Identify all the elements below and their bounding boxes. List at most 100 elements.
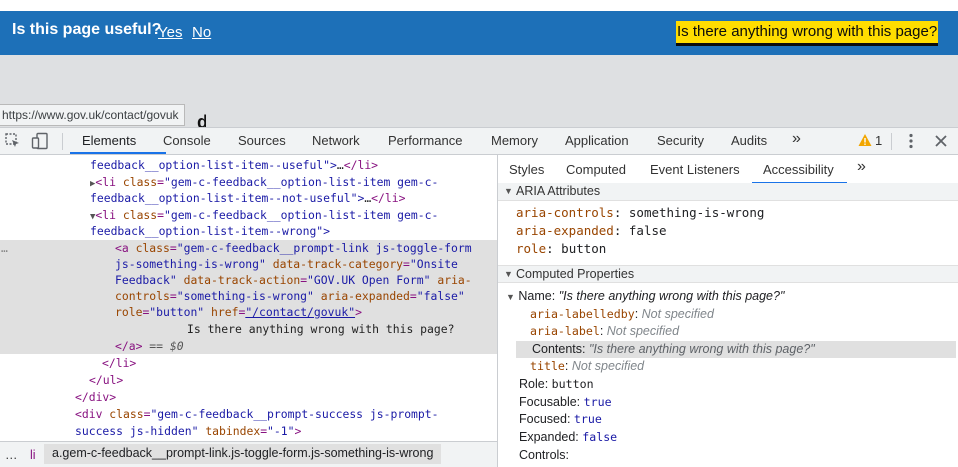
attr-value: "GOV.UK Open Form"	[307, 273, 431, 287]
aria-attributes-header[interactable]: ▼ ARIA Attributes	[498, 183, 958, 201]
prop-value: "Is there anything wrong with this page?…	[558, 289, 785, 303]
title-row: title: Not specified	[530, 359, 645, 373]
dollar-zero-ref: $0	[169, 339, 184, 353]
prop-name: role	[516, 241, 547, 256]
prop-value: "Is there anything wrong with this page?…	[589, 342, 815, 356]
tree-line-selected[interactable]: <a class="gem-c-feedback__prompt-link js…	[0, 240, 497, 257]
prop-name: Role:	[519, 377, 549, 391]
attr-name: controls	[115, 289, 170, 303]
something-wrong-link[interactable]: Is there anything wrong with this page?	[676, 21, 939, 46]
section-title: Computed Properties	[516, 267, 635, 281]
aria-controls-row: aria-controls: something-is-wrong	[516, 205, 765, 220]
computed-properties-header[interactable]: ▼ Computed Properties	[498, 265, 958, 283]
accessibility-sidebar: Styles Computed Event Listeners Accessib…	[498, 155, 958, 467]
prop-value: false	[582, 430, 618, 444]
attr-name: tabindex	[205, 424, 261, 438]
controls-row: Controls:	[519, 448, 569, 462]
name-row: ▼ Name: "Is there anything wrong with th…	[506, 289, 784, 303]
expanded-row: Expanded: false	[519, 430, 617, 444]
prop-name: Name:	[518, 289, 556, 303]
tag-close: >	[294, 424, 302, 438]
closing-tag: </ul>	[89, 373, 124, 387]
tree-line-selected[interactable]: js-something-is-wrong" data-track-catego…	[0, 256, 497, 273]
elements-tree: feedback__option-list-item--useful">…</l…	[0, 155, 497, 441]
toolbar-separator	[891, 133, 892, 150]
prop-value: Not specified	[641, 307, 714, 321]
tree-line[interactable]: </div>	[0, 389, 497, 406]
closing-tag: </a>	[115, 339, 143, 353]
tab-accessibility[interactable]: Accessibility	[763, 162, 834, 177]
tab-security[interactable]: Security	[657, 133, 704, 148]
device-toolbar-icon[interactable]	[31, 132, 49, 150]
attr-name: href	[211, 305, 239, 319]
tab-memory[interactable]: Memory	[491, 133, 538, 148]
tree-line-selected[interactable]: Is there anything wrong with this page?	[0, 321, 497, 338]
prop-name: aria-labelledby	[530, 307, 635, 321]
page-partial-glyph: d	[197, 112, 206, 127]
inspect-element-icon[interactable]	[4, 132, 22, 150]
tab-console[interactable]: Console	[163, 133, 211, 148]
text-node: Is there anything wrong with this page?	[187, 322, 455, 336]
prop-name: title	[530, 359, 565, 373]
breadcrumb-ellipsis[interactable]: …	[5, 448, 18, 462]
prop-value: true	[583, 395, 612, 409]
tree-line-selected[interactable]: Feedback" data-track-action="GOV.UK Open…	[0, 272, 497, 289]
feedback-no-link[interactable]: No	[192, 24, 211, 41]
tag-name: <a	[115, 241, 129, 255]
collapse-arrow-icon: ▼	[504, 186, 513, 196]
tree-line[interactable]: ▶<li class="gem-c-feedback__option-list-…	[0, 174, 497, 191]
tree-line[interactable]: feedback__option-list-item--not-useful">…	[0, 190, 497, 207]
tree-line[interactable]: </li>	[0, 355, 497, 372]
closing-tag: </li>	[102, 356, 137, 370]
aria-label-row: aria-label: Not specified	[530, 324, 680, 338]
warning-icon[interactable]	[858, 133, 872, 147]
tree-line-selected[interactable]: role="button" href="/contact/govuk">	[0, 304, 497, 321]
attr-name: data-track-category	[272, 257, 404, 271]
tag-close: >	[355, 305, 362, 319]
toolbar-separator	[62, 133, 63, 150]
tree-line[interactable]: ▼<li class="gem-c-feedback__option-list-…	[0, 207, 497, 224]
tab-application[interactable]: Application	[565, 133, 629, 148]
tree-line[interactable]: </ul>	[0, 372, 497, 389]
tab-elements[interactable]: Elements	[82, 133, 136, 148]
active-tab-indicator	[70, 152, 166, 154]
tab-audits[interactable]: Audits	[731, 133, 767, 148]
prop-name: Focusable:	[519, 395, 581, 409]
tab-sources[interactable]: Sources	[238, 133, 286, 148]
tree-line[interactable]: feedback__option-list-item--useful">…</l…	[0, 157, 497, 174]
equals-sign: ==	[142, 339, 170, 353]
tab-network[interactable]: Network	[312, 133, 360, 148]
attr-value: feedback__option-list-item--wrong">	[90, 224, 331, 238]
closing-tag: </div>	[75, 390, 117, 404]
attr-value: feedback__option-list-item--not-useful">	[90, 191, 365, 205]
more-tabs-button[interactable]: »	[792, 130, 801, 148]
href-link[interactable]: "/contact/govuk"	[245, 305, 355, 319]
feedback-yes-link[interactable]: Yes	[158, 24, 182, 41]
tree-line[interactable]: <div class="gem-c-feedback__prompt-succe…	[0, 406, 497, 423]
attr-name: class	[109, 407, 144, 421]
attr-value: "gem-c-feedback__option-list-item gem-c-	[164, 175, 439, 189]
prop-name: aria-expanded	[516, 223, 614, 238]
tree-line[interactable]: feedback__option-list-item--wrong">	[0, 223, 497, 240]
tab-event-listeners[interactable]: Event Listeners	[650, 162, 740, 177]
tab-performance[interactable]: Performance	[388, 133, 462, 148]
devtools-panel: Elements Console Sources Network Perform…	[0, 127, 958, 467]
attr-name: aria-	[437, 273, 472, 287]
tree-line-selected[interactable]: </a> == $0	[0, 338, 497, 355]
tab-computed[interactable]: Computed	[566, 162, 626, 177]
sidebar-more-tabs[interactable]: »	[857, 158, 866, 176]
attr-value: "gem-c-feedback__prompt-success js-promp…	[150, 407, 439, 421]
breadcrumb-li[interactable]: li	[30, 448, 36, 462]
warning-count[interactable]: 1	[875, 133, 882, 148]
prop-value: button	[561, 241, 607, 256]
tree-line[interactable]: success js-hidden" tabindex="-1">	[0, 423, 497, 440]
attr-value: "gem-c-feedback__option-list-item gem-c-	[164, 208, 439, 222]
tree-line-selected[interactable]: controls="something-is-wrong" aria-expan…	[0, 288, 497, 305]
attr-value: "false"	[416, 289, 465, 303]
kebab-menu-icon[interactable]	[902, 132, 920, 150]
close-icon[interactable]	[932, 132, 950, 150]
node-actions-dots[interactable]: …	[1, 240, 8, 257]
tab-styles[interactable]: Styles	[509, 162, 544, 177]
breadcrumb-current[interactable]: a.gem-c-feedback__prompt-link.js-toggle-…	[44, 444, 442, 464]
contents-row: Contents: "Is there anything wrong with …	[532, 342, 815, 356]
